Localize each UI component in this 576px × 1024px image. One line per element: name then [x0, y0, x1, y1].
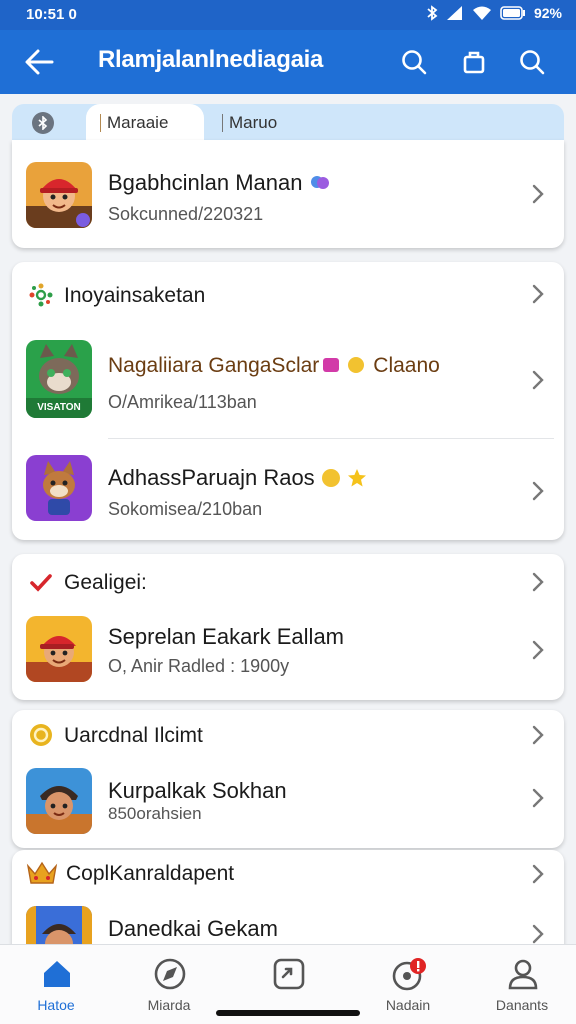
battery-percent: 92%	[533, 5, 562, 21]
list-card: Uarcdnal Ilcimt Kurpalkak Sokhan 850orah…	[12, 710, 564, 848]
crown-icon	[26, 861, 58, 884]
search-button[interactable]	[396, 44, 432, 80]
search-secondary-button[interactable]	[514, 44, 550, 80]
wifi-icon	[472, 6, 491, 20]
filter-bar: Maraaie Maruo	[12, 104, 564, 142]
search-icon	[402, 50, 427, 75]
nav-label: Nadain	[385, 997, 431, 1013]
list-card: Gealigei: Seprelan Eakark Eallam O, Anir…	[12, 554, 564, 700]
bluetooth-icon	[427, 5, 438, 21]
nav-notifications[interactable]: Nadain	[358, 945, 458, 1024]
item-title: Bgabhcinlan Manan	[108, 170, 331, 196]
bag-button[interactable]	[456, 44, 492, 80]
chevron-right-icon	[532, 370, 544, 390]
list-item[interactable]: VISATON Nagaliiara GangaSclar Claano O/Am…	[12, 326, 564, 438]
back-button[interactable]	[22, 46, 56, 78]
filter-chip-label: Maruo	[229, 113, 278, 132]
status-time: 10:51 0	[26, 6, 77, 23]
item-subtitle: O/Amrikea/113ban	[108, 392, 257, 412]
game-thumbnail	[26, 455, 92, 521]
item-title: Danedkai Gekam	[108, 916, 278, 941]
list-card: Bgabhcinlan Manan Sokcunned/220321	[12, 140, 564, 248]
chevron-right-icon	[532, 864, 544, 884]
user-icon	[508, 959, 538, 990]
sticker-icon	[309, 171, 331, 193]
list-item[interactable]: AdhassParuajn Raos Sokomisea/210ban	[12, 439, 564, 540]
status-bar: 10:51 0 92%	[0, 0, 576, 30]
page-title: Rlamjalanlnediagaia	[98, 46, 324, 73]
item-subtitle: 850orahsien	[108, 804, 202, 823]
search-icon	[520, 50, 545, 75]
section-header[interactable]: Inoyainsaketan	[12, 262, 564, 326]
item-title: Seprelan Eakark Eallam	[108, 624, 345, 649]
section-title: Uarcdnal Ilcimt	[64, 724, 203, 747]
item-title: Kurpalkak Sokhan	[108, 778, 287, 803]
signal-icon	[446, 6, 462, 20]
chevron-right-icon	[532, 640, 544, 660]
home-icon	[44, 961, 70, 987]
item-subtitle: O, Anir Radled : 1900y	[108, 656, 290, 676]
chevron-right-icon	[532, 572, 544, 592]
nav-label: Miarda	[147, 997, 191, 1013]
nav-home[interactable]: Hatoe	[6, 945, 106, 1024]
game-thumbnail	[26, 616, 92, 682]
section-title: CoplKanraldapent	[66, 862, 235, 885]
status-icons: 92%	[426, 5, 562, 21]
chevron-right-icon	[532, 924, 544, 944]
filter-chip-label: Maraaie	[107, 113, 169, 132]
shopping-bag-icon	[463, 51, 485, 74]
game-thumbnail	[26, 768, 92, 834]
smile-icon	[321, 468, 341, 488]
disc-icon	[392, 958, 426, 991]
filter-chip[interactable]: Maruo	[208, 104, 291, 142]
arrow-left-icon	[25, 49, 54, 75]
game-thumbnail	[26, 162, 92, 228]
section-title: Gealigei:	[64, 571, 147, 594]
section-header[interactable]: Uarcdnal Ilcimt	[12, 710, 564, 760]
list-item[interactable]: Seprelan Eakark Eallam O, Anir Radled : …	[12, 610, 564, 700]
item-title: Nagaliiara GangaSclar Claano	[108, 354, 440, 377]
list-item[interactable]: Bgabhcinlan Manan Sokcunned/220321	[12, 140, 564, 248]
list-item[interactable]: Kurpalkak Sokhan 850orahsien	[12, 760, 564, 848]
chevron-right-icon	[532, 725, 544, 745]
battery-icon	[500, 6, 525, 20]
chevron-right-icon	[532, 184, 544, 204]
chevron-right-icon	[532, 481, 544, 501]
emoji-icon	[321, 356, 341, 374]
nav-media[interactable]: Miarda	[119, 945, 219, 1024]
item-title: AdhassParuajn Raos	[108, 465, 367, 491]
sparkle-icon	[29, 283, 53, 307]
home-indicator[interactable]	[216, 1010, 360, 1016]
coin-icon	[30, 724, 52, 746]
thumbnail-badge-text: VISATON	[37, 402, 81, 413]
section-header[interactable]: CoplKanraldapent	[12, 850, 564, 900]
compass-icon	[154, 958, 186, 990]
nav-account[interactable]: Danants	[472, 945, 572, 1024]
app-bar: Rlamjalanlnediagaia	[0, 30, 576, 94]
checkmark-icon	[30, 574, 52, 592]
chevron-right-icon	[532, 788, 544, 808]
nav-label: Danants	[495, 997, 549, 1013]
filter-chip-active[interactable]: Maraaie	[86, 104, 204, 142]
chevron-right-icon	[532, 284, 544, 304]
section-header[interactable]: Gealigei:	[12, 554, 564, 610]
bluetooth-filter-icon[interactable]	[32, 112, 54, 134]
star-icon	[347, 468, 367, 488]
share-box-icon	[273, 958, 305, 990]
section-title: Inoyainsaketan	[64, 284, 206, 307]
item-subtitle: Sokomisea/210ban	[108, 499, 263, 519]
game-thumbnail: VISATON	[26, 340, 92, 418]
nav-label: Hatoe	[37, 997, 75, 1013]
list-card: Inoyainsaketan VISATON Nagaliiara GangaS…	[12, 262, 564, 540]
item-subtitle: Sokcunned/220321	[108, 204, 264, 224]
smile-icon	[347, 356, 365, 374]
